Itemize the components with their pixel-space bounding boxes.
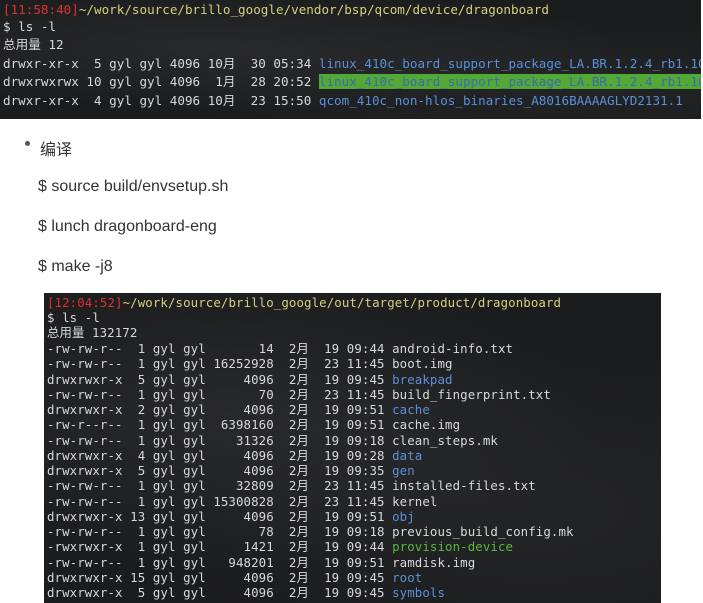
file-name: qcom_410c_non-hlos_binaries_A8016BAAAAGL… <box>318 93 683 108</box>
file-row: drwxrwxr-x 13 gyl gyl 4096 2月 19 09:51 o… <box>47 509 415 525</box>
file-meta: drwxrwxrwx 10 gyl gyl 4096 1月 28 20:52 <box>3 74 319 89</box>
file-name: data <box>392 447 423 463</box>
file-name: symbols <box>392 585 446 600</box>
file-row: -rw-rw-r-- 1 gyl gyl 31326 2月 19 09:18 c… <box>47 433 498 449</box>
file-meta: drwxr-xr-x 5 gyl gyl 4096 10月 30 05:34 <box>3 56 319 71</box>
file-row: drwxr-xr-x 5 gyl gyl 4096 10月 30 05:34 l… <box>3 56 701 72</box>
section-heading: 编译 <box>40 142 73 159</box>
file-meta: drwxrwxr-x 15 gyl gyl 4096 2月 19 09:45 <box>47 569 393 585</box>
file-meta: -rw-r--r-- 1 gyl gyl 6398160 2月 19 09:51 <box>47 417 393 433</box>
file-meta: drwxrwxr-x 4 gyl gyl 4096 2月 19 09:28 <box>47 447 393 463</box>
file-row: drwxrwxr-x 5 gyl gyl 4096 2月 19 09:45 sy… <box>47 585 445 601</box>
file-meta: drwxrwxr-x 5 gyl gyl 4096 2月 19 09:35 <box>47 463 393 478</box>
file-name: cache.img <box>392 417 461 433</box>
file-meta: -rw-rw-r-- 1 gyl gyl 31326 2月 19 09:18 <box>47 432 393 448</box>
file-row: -rw-rw-r-- 1 gyl gyl 14 2月 19 09:44 andr… <box>47 341 513 357</box>
file-name: root <box>392 569 423 585</box>
file-meta: -rw-rw-r-- 1 gyl gyl 14 2月 19 09:44 <box>47 341 393 356</box>
file-name: cache <box>392 402 430 417</box>
file-name: kernel <box>392 493 438 509</box>
file-name: installed-files.txt <box>392 478 536 494</box>
file-row: drwxrwxr-x 4 gyl gyl 4096 2月 19 09:28 da… <box>47 448 422 464</box>
file-name: android-info.txt <box>392 341 514 356</box>
command-line: $ ls -l <box>3 19 57 34</box>
file-name: linux_410c_board_support_package_LA.BR.1… <box>318 56 701 71</box>
file-name: previous_build_config.mk <box>392 524 574 539</box>
file-name: linux_410c_board_support_package_LA.BR.1… <box>318 74 701 89</box>
prompt-line: [11:58:40]~/work/source/brillo_google/ve… <box>3 2 549 18</box>
prompt-line: [12:04:52]~/work/source/brillo_google/ou… <box>47 295 561 311</box>
terminal-screenshot-out: [12:04:52]~/work/source/brillo_google/ou… <box>44 293 661 603</box>
file-name: ramdisk.img <box>392 554 476 570</box>
file-meta: drwxrwxr-x 5 gyl gyl 4096 2月 19 09:45 <box>47 371 393 387</box>
file-row: -rwxrwxr-x 1 gyl gyl 1421 2月 19 09:44 pr… <box>47 539 513 555</box>
command-make: $ make -j8 <box>38 258 113 275</box>
file-meta: -rw-rw-r-- 1 gyl gyl 70 2月 23 11:45 <box>47 386 393 402</box>
command-lunch: $ lunch dragonboard-eng <box>38 218 217 235</box>
file-row: -rw-rw-r-- 1 gyl gyl 16252928 2月 23 11:4… <box>47 356 453 372</box>
command-line: $ ls -l <box>47 310 100 325</box>
file-row: drwxrwxr-x 5 gyl gyl 4096 2月 19 09:35 ge… <box>47 463 415 479</box>
file-row: drwxr-xr-x 4 gyl gyl 4096 10月 23 15:50 q… <box>3 93 683 109</box>
file-row: drwxrwxr-x 2 gyl gyl 4096 2月 19 09:51 ca… <box>47 402 430 418</box>
file-meta: -rw-rw-r-- 1 gyl gyl 15300828 2月 23 11:4… <box>47 493 393 509</box>
file-name: obj <box>392 508 415 524</box>
terminal-screenshot-vendor: [11:58:40]~/work/source/brillo_google/ve… <box>0 0 701 119</box>
prompt-time: [12:04:52] <box>47 295 123 310</box>
file-meta: -rw-rw-r-- 1 gyl gyl 32809 2月 23 11:45 <box>47 478 393 494</box>
file-row: -rw-rw-r-- 1 gyl gyl 32809 2月 23 11:45 i… <box>47 478 536 494</box>
file-name: breakpad <box>392 371 453 387</box>
file-row: -rw-r--r-- 1 gyl gyl 6398160 2月 19 09:51… <box>47 417 460 433</box>
file-row: -rw-rw-r-- 1 gyl gyl 948201 2月 19 09:51 … <box>47 555 475 571</box>
prompt-path: ~/work/source/brillo_google/out/target/p… <box>122 295 562 310</box>
file-row: drwxrwxr-x 5 gyl gyl 4096 2月 19 09:45 br… <box>47 372 453 388</box>
file-meta: drwxrwxr-x 2 gyl gyl 4096 2月 19 09:51 <box>47 402 393 417</box>
file-meta: drwxr-xr-x 4 gyl gyl 4096 10月 23 15:50 <box>3 93 319 108</box>
file-name: clean_steps.mk <box>392 432 498 448</box>
file-meta: drwxrwxr-x 13 gyl gyl 4096 2月 19 09:51 <box>47 508 393 524</box>
file-name: boot.img <box>392 356 453 372</box>
prompt-time: [11:58:40] <box>3 2 79 17</box>
bullet-marker <box>25 141 30 146</box>
file-name: provision-device <box>392 539 514 555</box>
file-row: drwxrwxrwx 10 gyl gyl 4096 1月 28 20:52 l… <box>3 74 701 90</box>
file-meta: drwxrwxr-x 5 gyl gyl 4096 2月 19 09:45 <box>47 585 393 600</box>
total-line: 总用量 132172 <box>47 325 138 340</box>
command-source-envsetup: $ source build/envsetup.sh <box>38 178 229 195</box>
prompt-path: ~/work/source/brillo_google/vendor/bsp/q… <box>78 2 549 17</box>
file-row: -rw-rw-r-- 1 gyl gyl 70 2月 23 11:45 buil… <box>47 387 551 403</box>
file-row: -rw-rw-r-- 1 gyl gyl 78 2月 19 09:18 prev… <box>47 524 574 540</box>
file-meta: -rwxrwxr-x 1 gyl gyl 1421 2月 19 09:44 <box>47 539 393 555</box>
file-meta: -rw-rw-r-- 1 gyl gyl 78 2月 19 09:18 <box>47 524 393 539</box>
total-line: 总用量 12 <box>3 37 64 52</box>
file-row: drwxrwxr-x 15 gyl gyl 4096 2月 19 09:45 r… <box>47 570 422 586</box>
file-row: -rw-rw-r-- 1 gyl gyl 15300828 2月 23 11:4… <box>47 494 437 510</box>
file-meta: -rw-rw-r-- 1 gyl gyl 16252928 2月 23 11:4… <box>47 356 393 372</box>
file-name: build_fingerprint.txt <box>392 386 551 402</box>
file-meta: -rw-rw-r-- 1 gyl gyl 948201 2月 19 09:51 <box>47 554 393 570</box>
file-name: gen <box>392 463 415 478</box>
